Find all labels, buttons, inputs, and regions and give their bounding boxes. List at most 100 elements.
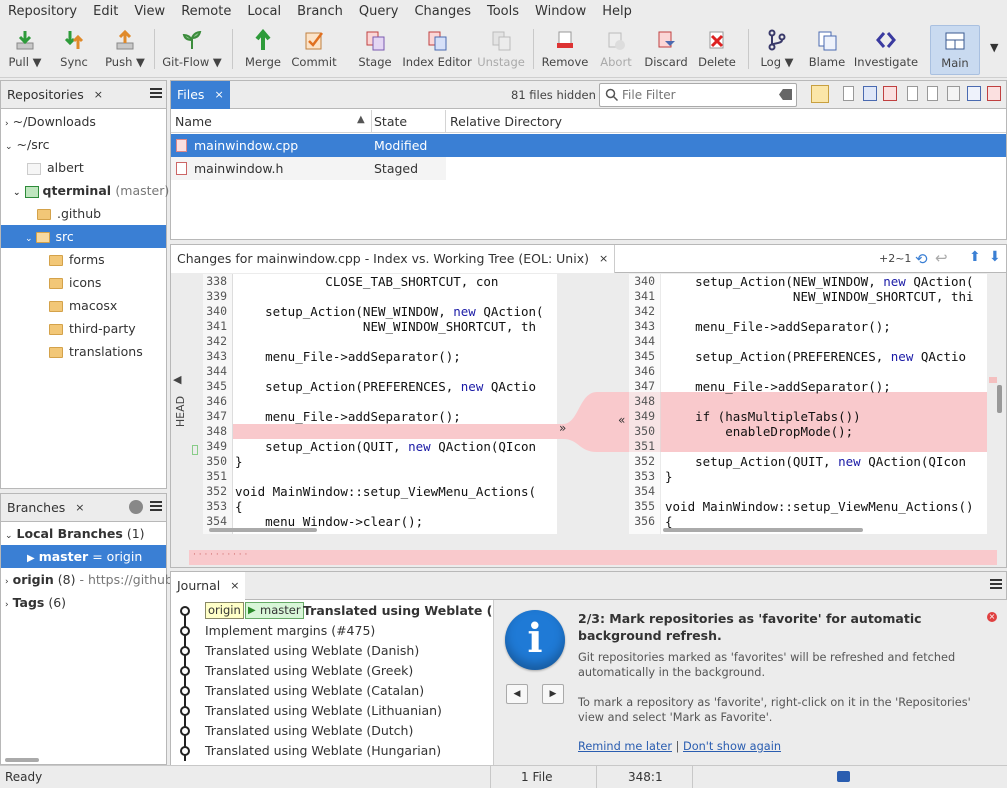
column-name[interactable]: Name — [175, 114, 212, 129]
previous-tip-button[interactable]: ◀ — [506, 684, 528, 704]
show-removed-icon[interactable] — [987, 86, 1001, 101]
folder-third-party[interactable]: third-party — [1, 317, 166, 340]
menu-remote[interactable]: Remote — [173, 0, 239, 23]
table-row[interactable]: mainwindow.h Staged — [171, 157, 446, 180]
next-change-icon[interactable]: ⬇ — [989, 249, 1001, 265]
close-icon[interactable]: × — [214, 88, 223, 101]
folder-view-toggle-icon[interactable] — [811, 85, 829, 103]
log-button[interactable]: Log ▼ — [758, 25, 796, 75]
show-unchanged-icon[interactable] — [927, 86, 938, 101]
pull-button[interactable]: Pull ▼ — [6, 25, 44, 75]
column-relative-directory[interactable]: Relative Directory — [450, 114, 562, 129]
horizontal-scrollbar[interactable] — [209, 528, 317, 532]
show-ignored-icon[interactable] — [907, 86, 918, 101]
menu-help[interactable]: Help — [594, 0, 640, 23]
branch-master[interactable]: ▶ master = origin — [1, 545, 166, 568]
commit-row[interactable]: Translated using Weblate (Catalan) — [171, 681, 493, 701]
github-icon[interactable] — [129, 500, 143, 514]
commit-row[interactable]: Translated using Weblate (Hungarian) — [171, 741, 493, 761]
notifications-icon[interactable] — [837, 771, 850, 782]
tab-changes[interactable]: Changes for mainwindow.cpp - Index vs. W… — [171, 244, 616, 273]
menu-window[interactable]: Window — [527, 0, 594, 23]
undo-icon[interactable]: ↩ — [935, 249, 948, 267]
close-icon[interactable]: × — [94, 88, 103, 101]
blame-button[interactable]: Blame — [808, 25, 846, 75]
column-state[interactable]: State — [374, 114, 407, 129]
show-missing-icon[interactable] — [947, 86, 960, 101]
previous-change-icon[interactable]: ⬆ — [969, 249, 981, 265]
apply-left-icon[interactable]: « — [618, 413, 625, 427]
remove-button[interactable]: Remove — [542, 25, 588, 75]
remote-origin-group[interactable]: › origin (8) - https://github.co — [1, 568, 191, 591]
folder-icons[interactable]: icons — [1, 271, 166, 294]
hamburger-menu-icon[interactable] — [150, 499, 162, 513]
right-diff-pane[interactable]: 340 setup_Action(NEW_WINDOW, new QAction… — [629, 274, 987, 534]
refresh-icon[interactable]: ⟲ — [915, 250, 928, 268]
close-icon[interactable]: × — [75, 501, 84, 514]
folder-forms[interactable]: forms — [1, 248, 166, 271]
folder-translations[interactable]: translations — [1, 340, 166, 363]
hamburger-menu-icon[interactable] — [990, 577, 1002, 591]
horizontal-scrollbar[interactable] — [663, 528, 863, 532]
collapse-left-icon[interactable]: ◀ — [173, 373, 181, 386]
commit-row[interactable]: origin▶masterTranslated using Weblate (H… — [171, 601, 493, 621]
tab-journal[interactable]: Journal × — [171, 571, 246, 600]
commit-row[interactable]: Translated using Weblate (Dutch) — [171, 721, 493, 741]
tab-branches[interactable]: Branches × — [1, 494, 91, 522]
menu-repository[interactable]: Repository — [0, 0, 85, 23]
merge-button[interactable]: Merge — [244, 25, 282, 75]
tab-repositories[interactable]: Repositories × — [1, 81, 109, 109]
commit-row[interactable]: Translated using Weblate (Lithuanian) — [171, 701, 493, 721]
folder-github[interactable]: .github — [1, 202, 166, 225]
menu-local[interactable]: Local — [239, 0, 289, 23]
horizontal-scrollbar[interactable] — [5, 758, 39, 762]
menu-query[interactable]: Query — [351, 0, 407, 23]
commit-button[interactable]: Commit — [291, 25, 337, 75]
index-editor-button[interactable]: Index Editor — [402, 25, 472, 75]
show-staged-icon[interactable] — [967, 86, 981, 101]
investigate-button[interactable]: Investigate — [854, 25, 918, 75]
abort-button[interactable]: Abort — [598, 25, 634, 75]
discard-button[interactable]: Discard — [644, 25, 688, 75]
commit-row[interactable]: Implement margins (#475) — [171, 621, 493, 641]
commit-row[interactable]: Translated using Weblate (Danish) — [171, 641, 493, 661]
clear-filter-icon[interactable] — [779, 89, 792, 100]
show-untracked-icon[interactable] — [843, 86, 854, 101]
git-flow-button[interactable]: Git-Flow ▼ — [162, 25, 222, 75]
tags-group[interactable]: › Tags (6) — [1, 591, 166, 614]
show-deleted-icon[interactable] — [883, 86, 897, 101]
folder-src[interactable]: ⌄ src — [1, 225, 166, 248]
remind-later-link[interactable]: Remind me later — [578, 740, 672, 753]
menu-edit[interactable]: Edit — [85, 0, 126, 23]
local-branches-group[interactable]: ⌄ Local Branches (1) — [1, 522, 166, 545]
close-icon[interactable]: × — [230, 579, 239, 592]
toolbar-overflow-arrow[interactable]: ▼ — [990, 41, 998, 54]
apply-right-icon[interactable]: » — [559, 421, 566, 435]
sync-button[interactable]: Sync — [56, 25, 92, 75]
commit-row[interactable]: Translated using Weblate (Greek) — [171, 661, 493, 681]
vertical-scrollbar[interactable] — [997, 385, 1002, 413]
push-button[interactable]: Push ▼ — [104, 25, 146, 75]
close-icon[interactable]: × — [599, 252, 608, 265]
folder-macosx[interactable]: macosx — [1, 294, 166, 317]
show-modified-icon[interactable] — [863, 86, 877, 101]
dont-show-again-link[interactable]: Don't show again — [683, 740, 781, 753]
repo-qterminal[interactable]: ⌄ qterminal (master) — [1, 179, 169, 202]
table-row[interactable]: mainwindow.cpp Modified — [171, 134, 1006, 157]
main-perspective-button[interactable]: Main — [930, 25, 980, 75]
hamburger-menu-icon[interactable] — [150, 86, 162, 100]
stage-button[interactable]: Stage — [356, 25, 394, 75]
menu-branch[interactable]: Branch — [289, 0, 351, 23]
menu-tools[interactable]: Tools — [479, 0, 527, 23]
repo-albert[interactable]: albert — [1, 156, 166, 179]
unstage-button[interactable]: Unstage — [477, 25, 525, 75]
repo-group-downloads[interactable]: › ~/Downloads — [1, 110, 166, 133]
left-diff-pane[interactable]: 338 CLOSE_TAB_SHORTCUT, con 339 340 setup_… — [203, 274, 557, 534]
next-tip-button[interactable]: ▶ — [542, 684, 564, 704]
file-filter-input[interactable] — [622, 86, 772, 104]
tab-files[interactable]: Files × — [171, 80, 230, 109]
repo-group-src[interactable]: ⌄ ~/src — [1, 133, 166, 156]
menu-changes[interactable]: Changes — [406, 0, 479, 23]
delete-button[interactable]: Delete — [696, 25, 738, 75]
menu-view[interactable]: View — [126, 0, 173, 23]
